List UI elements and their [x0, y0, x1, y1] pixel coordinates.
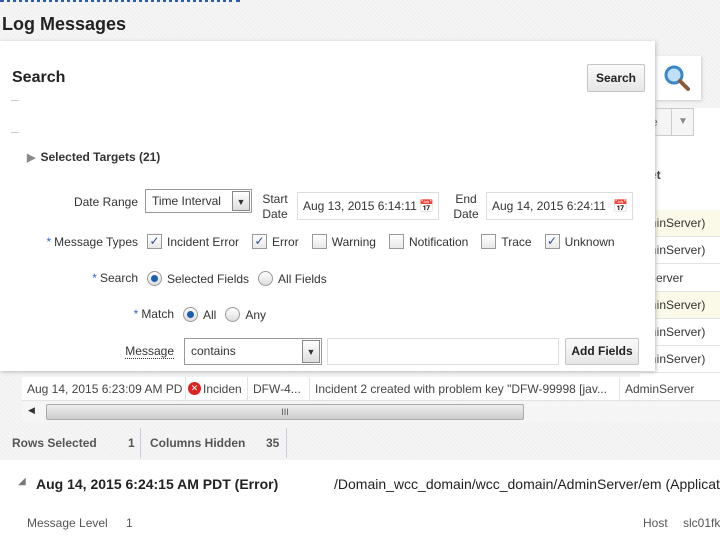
checkbox-label: Trace [501, 234, 532, 249]
checkbox-label: Notification [408, 234, 469, 249]
search-heading: Search [12, 69, 66, 86]
chevron-down-icon: ▼ [232, 191, 250, 211]
cell-message: Incident 2 created with problem key "DFW… [310, 377, 620, 400]
match-label: Match [141, 307, 174, 321]
checkbox-incident-error[interactable]: ✓ [147, 234, 162, 249]
error-icon: ✕ [188, 382, 201, 395]
expand-triangle-icon: ▶ [27, 151, 36, 164]
message-operator-select[interactable]: contains ▼ [184, 338, 322, 365]
scrollbar-thumb[interactable]: III [46, 404, 524, 420]
host-label: Host [643, 516, 668, 530]
message-types-label: Message Types [54, 235, 138, 249]
checkbox-label: Error [272, 234, 299, 249]
divider [286, 428, 287, 458]
end-date-label: Date [453, 207, 479, 221]
rows-selected-value: 1 [128, 436, 135, 450]
chevron-down-icon[interactable]: ▼ [671, 109, 694, 135]
cell-type: Inciden [203, 381, 242, 396]
radio-label: Selected Fields [167, 271, 250, 286]
message-operator-value: contains [191, 344, 236, 358]
cell-id: DFW-4... [248, 377, 310, 400]
page-title: Log Messages [2, 14, 127, 34]
checkbox-trace[interactable] [481, 234, 497, 249]
checkbox-label: Unknown [564, 234, 615, 249]
checkbox-notification[interactable] [388, 234, 404, 249]
search-scope-label: Search [99, 271, 138, 285]
message-level-label: Message Level [27, 516, 108, 530]
radio-match-all[interactable] [183, 307, 198, 322]
date-range-label: Date Range [73, 195, 138, 209]
radio-selected-fields[interactable] [147, 271, 162, 286]
collapse-triangle-icon[interactable]: ◢ [18, 476, 26, 487]
checkbox-error[interactable]: ✓ [252, 234, 268, 249]
add-fields-button[interactable]: Add Fields [565, 338, 639, 365]
selected-targets-label: Selected Targets (21) [40, 150, 161, 164]
horizontal-scrollbar[interactable]: ◀ III [22, 402, 720, 422]
message-field-label: Message [125, 344, 174, 359]
checkbox-unknown[interactable]: ✓ [544, 234, 560, 249]
message-value-input[interactable] [327, 338, 559, 365]
message-types-group: ✓ Incident Error ✓ Error Warning Notificat… [147, 234, 615, 249]
divider [11, 100, 19, 101]
radio-label: All [203, 307, 217, 322]
start-date-value: Aug 13, 2015 6:14:11 [303, 199, 417, 213]
message-level-value: 1 [126, 516, 133, 530]
chevron-down-icon: ▼ [302, 340, 320, 363]
calendar-icon[interactable]: 📅 [419, 193, 434, 219]
breadcrumb-links[interactable] [0, 0, 240, 2]
magnifier-icon [664, 65, 690, 91]
checkbox-label: Incident Error [167, 234, 240, 249]
divider [11, 132, 19, 133]
radio-label: All Fields [278, 271, 327, 286]
cell-time: Aug 14, 2015 6:23:09 AM PD [22, 377, 186, 400]
start-date-label: Date [262, 207, 288, 221]
search-button[interactable]: Search [587, 64, 645, 92]
required-marker: * [133, 307, 139, 321]
calendar-icon[interactable]: 📅 [613, 193, 628, 219]
rows-selected-label: Rows Selected [12, 436, 97, 450]
table-row[interactable]: Aug 14, 2015 6:23:09 AM PD ✕ Inciden DFW-… [22, 377, 720, 401]
host-value: slc01fk [683, 516, 720, 530]
radio-match-any[interactable] [225, 307, 241, 322]
columns-hidden-label: Columns Hidden [150, 436, 246, 450]
checkbox-label: Warning [331, 234, 376, 249]
date-range-select[interactable]: Time Interval ▼ [145, 189, 252, 213]
end-date-value: Aug 14, 2015 6:24:11 [492, 199, 606, 213]
checkbox-warning[interactable] [311, 234, 327, 249]
message-detail: ◢ Aug 14, 2015 6:24:15 AM PDT (Error) /D… [0, 460, 720, 539]
cell-target: AdminServer [625, 382, 695, 396]
columns-hidden-value: 35 [266, 436, 280, 450]
detail-heading: Aug 14, 2015 6:24:15 AM PDT (Error) [36, 476, 279, 492]
start-date-label: Start [262, 192, 288, 206]
selected-targets-toggle[interactable]: ▶ Selected Targets (21) [27, 150, 160, 164]
radio-label: Any [245, 307, 267, 322]
end-date-input[interactable]: Aug 14, 2015 6:24:11 📅 [486, 192, 633, 220]
search-toggle-button[interactable] [655, 56, 701, 100]
detail-path: /Domain_wcc_domain/wcc_domain/AdminServe… [334, 476, 720, 492]
start-date-input[interactable]: Aug 13, 2015 6:14:11 📅 [297, 192, 439, 220]
date-range-value: Time Interval [152, 194, 221, 208]
table-status-bar: Rows Selected 1 Columns Hidden 35 [0, 428, 720, 458]
required-marker: * [46, 235, 52, 249]
end-date-label: End [455, 192, 477, 206]
divider [140, 428, 141, 458]
required-marker: * [92, 271, 97, 285]
radio-all-fields[interactable] [258, 271, 274, 286]
scroll-left-icon[interactable]: ◀ [28, 405, 35, 416]
